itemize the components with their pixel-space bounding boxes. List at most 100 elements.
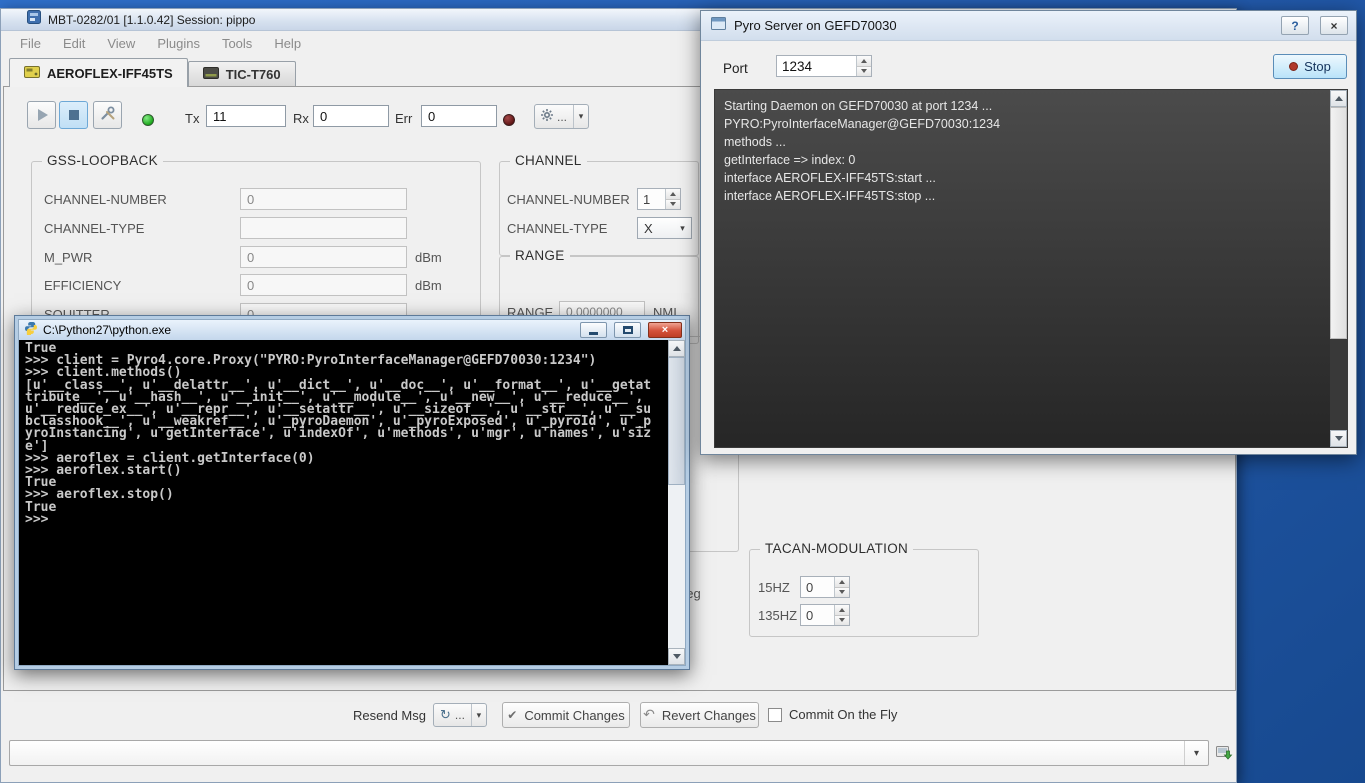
field-unit: dBm (415, 278, 442, 293)
python-titlebar[interactable]: C:\Python27\python.exe × (19, 320, 685, 340)
tacan-135hz-spinner[interactable]: 0 (800, 604, 850, 626)
menu-item-plugins[interactable]: Plugins (146, 33, 211, 54)
revert-icon: ↶ (643, 707, 655, 723)
stop-icon (69, 110, 79, 120)
port-spinner[interactable]: 1234 (776, 55, 872, 77)
channel-type-select[interactable]: X ▾ (637, 217, 692, 239)
pyro-titlebar[interactable]: Pyro Server on GEFD70030 ? × (701, 11, 1356, 41)
spinner-down-icon[interactable] (666, 199, 680, 210)
chevron-down-icon[interactable]: ▾ (471, 704, 486, 726)
app-icon (27, 10, 41, 29)
scroll-down-button[interactable] (668, 648, 685, 665)
tools-button[interactable] (93, 101, 122, 129)
checkbox-box[interactable] (768, 708, 782, 722)
python-console[interactable]: True >>> client = Pyro4.core.Proxy("PYRO… (19, 340, 685, 665)
resend-msg-label: Resend Msg (353, 708, 426, 723)
menu-item-edit[interactable]: Edit (52, 33, 96, 54)
scroll-thumb[interactable] (1330, 107, 1347, 339)
scroll-down-button[interactable] (1330, 430, 1347, 447)
field-value[interactable]: 0 (240, 274, 407, 296)
field-label: CHANNEL-NUMBER (44, 192, 240, 207)
commit-changes-button[interactable]: ✔ Commit Changes (502, 702, 630, 728)
chevron-down-icon[interactable]: ▾ (573, 105, 588, 128)
menu-item-file[interactable]: File (9, 33, 52, 54)
tic-tab-icon (203, 67, 219, 82)
python-console-window: C:\Python27\python.exe × True >>> client… (14, 315, 690, 670)
channel-number-spinner[interactable]: 1 (637, 188, 681, 210)
menu-item-help[interactable]: Help (263, 33, 312, 54)
menu-item-tools[interactable]: Tools (211, 33, 263, 54)
spinner-down-icon[interactable] (857, 66, 871, 77)
field-label: M_PWR (44, 250, 240, 265)
maximize-icon (623, 326, 633, 334)
spinner-up-icon[interactable] (835, 577, 849, 587)
ellipsis-label: ... (557, 110, 567, 124)
port-label: Port (723, 61, 748, 76)
spinner-down-icon[interactable] (835, 587, 849, 598)
tacan-15hz-spinner[interactable]: 0 (800, 576, 850, 598)
console-scrollbar[interactable] (668, 340, 685, 665)
menu-item-view[interactable]: View (96, 33, 146, 54)
python-window-title: C:\Python27\python.exe (43, 323, 573, 337)
commit-on-the-fly-checkbox[interactable]: Commit On the Fly (768, 707, 897, 722)
resend-split-button[interactable]: ↻ ... ▾ (433, 703, 487, 727)
field-unit: dBm (415, 250, 442, 265)
group-title: CHANNEL (510, 153, 587, 168)
channel-type-label: CHANNEL-TYPE (507, 221, 637, 236)
close-icon: × (662, 324, 668, 336)
err-label: Err (395, 111, 412, 126)
err-count-field[interactable]: 0 (421, 105, 497, 127)
stop-toggle-button[interactable] (59, 101, 88, 129)
play-icon (38, 109, 48, 121)
field-value[interactable]: 0 (240, 246, 407, 268)
scroll-up-button[interactable] (1330, 90, 1347, 107)
tx-count-field[interactable]: 11 (206, 105, 286, 127)
rx-count-field[interactable]: 0 (313, 105, 389, 127)
spinner-up-icon[interactable] (666, 189, 680, 199)
minimize-button[interactable] (580, 322, 607, 338)
field-row: CHANNEL-NUMBER 0 (44, 188, 472, 210)
scroll-thumb[interactable] (668, 357, 685, 485)
chevron-down-icon: ▾ (674, 223, 691, 234)
maximize-button[interactable] (614, 322, 641, 338)
help-button[interactable]: ? (1281, 16, 1309, 35)
console-output[interactable]: True >>> client = Pyro4.core.Proxy("PYRO… (19, 340, 668, 665)
spinner-down-icon[interactable] (835, 615, 849, 626)
minimize-icon (589, 332, 598, 335)
help-icon: ? (1291, 19, 1298, 33)
stop-button[interactable]: Stop (1273, 54, 1347, 79)
export-icon[interactable] (1215, 744, 1233, 767)
ellipsis-label: ... (455, 708, 465, 722)
revert-changes-button[interactable]: ↶ Revert Changes (640, 702, 759, 728)
checkbox-label: Commit On the Fly (789, 707, 897, 722)
settings-split-button[interactable]: ... ▾ (534, 104, 589, 129)
group-title: GSS-LOOPBACK (42, 153, 163, 168)
group-channel: CHANNEL CHANNEL-NUMBER 1 CHANNEL-TYPE X … (499, 161, 699, 256)
field-value[interactable] (240, 217, 407, 239)
message-combobox[interactable]: ▾ (9, 740, 1209, 766)
chevron-down-icon: ▾ (1184, 741, 1208, 765)
field-row: CHANNEL-TYPE (44, 217, 472, 239)
close-button[interactable]: × (1320, 16, 1348, 35)
pyro-server-window: Pyro Server on GEFD70030 ? × Port 1234 S… (700, 10, 1357, 455)
tacan-135hz-label: 135HZ (758, 608, 800, 623)
group-tacan-modulation: TACAN-MODULATION 15HZ 0 135HZ 0 (749, 549, 979, 637)
spinner-up-icon[interactable] (835, 605, 849, 615)
field-value[interactable]: 0 (240, 188, 407, 210)
group-title: TACAN-MODULATION (760, 541, 913, 556)
server-log-panel: Starting Daemon on GEFD70030 at port 123… (714, 89, 1348, 448)
field-label: CHANNEL-TYPE (44, 221, 240, 236)
close-button[interactable]: × (648, 322, 682, 338)
tab-tic-t760[interactable]: TIC-T760 (188, 61, 296, 86)
tabstrip: AEROFLEX-IFF45TS TIC-T760 (9, 58, 296, 87)
channel-number-label: CHANNEL-NUMBER (507, 192, 637, 207)
close-icon: × (1330, 19, 1337, 33)
tab-aeroflex-iff45ts[interactable]: AEROFLEX-IFF45TS (9, 58, 188, 87)
log-scrollbar[interactable] (1330, 90, 1347, 447)
scroll-up-button[interactable] (668, 340, 685, 357)
spinner-up-icon[interactable] (857, 56, 871, 66)
play-button[interactable] (27, 101, 56, 129)
field-label: EFFICIENCY (44, 278, 240, 293)
pyro-app-icon (711, 17, 726, 35)
link-status-led (142, 114, 154, 126)
